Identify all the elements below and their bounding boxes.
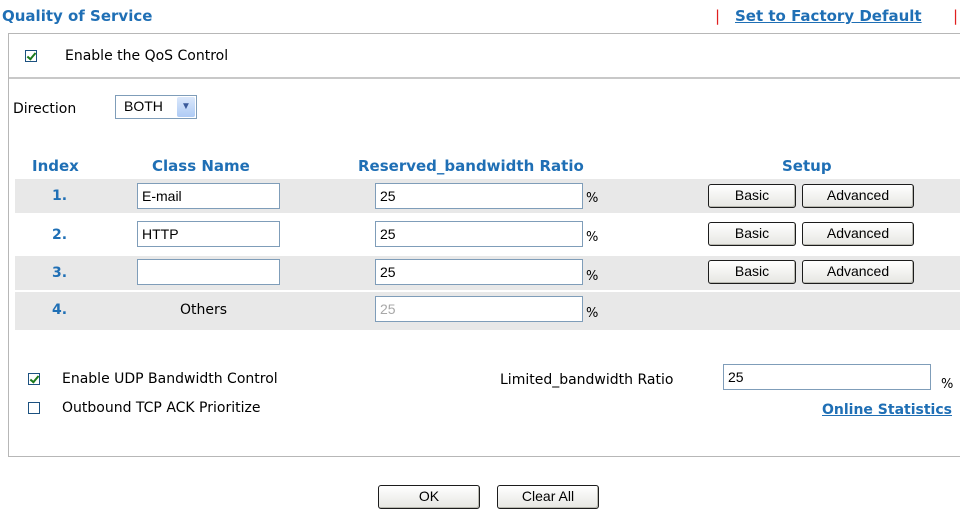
enable-udp-label: Enable UDP Bandwidth Control	[62, 371, 278, 387]
tcp-ack-label: Outbound TCP ACK Prioritize	[62, 400, 261, 416]
header-separator-right: |	[953, 7, 959, 25]
percent-unit: %	[941, 377, 954, 392]
percent-unit: %	[586, 306, 599, 321]
enable-udp-checkbox[interactable]	[28, 373, 40, 385]
clear-all-button[interactable]: Clear All	[497, 485, 599, 509]
advanced-button[interactable]: Advanced	[802, 260, 914, 284]
ratio-input[interactable]: 25	[375, 221, 583, 247]
table-row: 1. E-mail 25 % Basic Advanced	[15, 179, 960, 213]
chevron-down-icon: ▼	[177, 97, 195, 117]
basic-button[interactable]: Basic	[708, 222, 796, 246]
percent-unit: %	[586, 191, 599, 206]
column-header-index: Index	[32, 157, 79, 175]
limited-bandwidth-input[interactable]: 25	[723, 364, 931, 390]
page-title: Quality of Service	[2, 7, 153, 25]
basic-button[interactable]: Basic	[708, 260, 796, 284]
enable-qos-label: Enable the QoS Control	[65, 48, 229, 64]
class-name-input[interactable]: HTTP	[137, 221, 280, 247]
ratio-input[interactable]: 25	[375, 259, 583, 285]
header-separator-left: |	[715, 7, 721, 25]
advanced-button[interactable]: Advanced	[802, 222, 914, 246]
enable-qos-checkbox[interactable]	[25, 50, 37, 62]
ok-button[interactable]: OK	[378, 485, 480, 509]
advanced-button[interactable]: Advanced	[802, 184, 914, 208]
ratio-input-disabled: 25	[375, 296, 583, 322]
table-row: 3. 25 % Basic Advanced	[15, 256, 960, 290]
direction-label: Direction	[13, 101, 77, 117]
limited-bandwidth-label: Limited_bandwidth Ratio	[500, 372, 674, 388]
column-header-class-name: Class Name	[152, 157, 250, 175]
direction-value: BOTH	[124, 98, 163, 114]
row-index: 2.	[52, 227, 68, 243]
class-name-input[interactable]	[137, 259, 280, 285]
row-index: 4.	[52, 302, 68, 318]
percent-unit: %	[586, 269, 599, 284]
tcp-ack-checkbox[interactable]	[28, 402, 40, 414]
table-row: 2. HTTP 25 % Basic Advanced	[15, 218, 960, 252]
column-header-ratio: Reserved_bandwidth Ratio	[358, 157, 584, 175]
section-divider	[9, 77, 960, 79]
row-index: 3.	[52, 265, 68, 281]
ratio-input[interactable]: 25	[375, 183, 583, 209]
others-label: Others	[180, 302, 228, 318]
class-name-input[interactable]: E-mail	[137, 183, 280, 209]
direction-select[interactable]: BOTH ▼	[115, 95, 197, 119]
factory-default-link[interactable]: Set to Factory Default	[735, 7, 922, 25]
row-index: 1.	[52, 188, 68, 204]
column-header-setup: Setup	[782, 157, 832, 175]
online-statistics-link[interactable]: Online Statistics	[822, 402, 952, 418]
percent-unit: %	[586, 230, 599, 245]
basic-button[interactable]: Basic	[708, 184, 796, 208]
table-row: 4. Others 25 %	[15, 292, 960, 330]
